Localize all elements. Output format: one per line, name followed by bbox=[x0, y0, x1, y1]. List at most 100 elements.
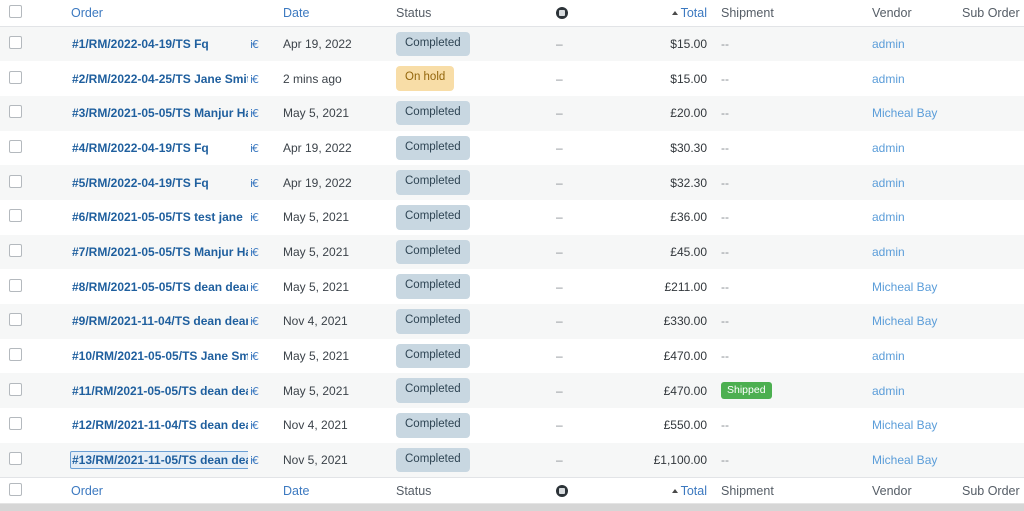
preview-order-icon[interactable]: i€ bbox=[250, 350, 259, 363]
header-date-label[interactable]: Date bbox=[283, 6, 309, 20]
order-note-icon-footer bbox=[556, 484, 568, 497]
footer-date[interactable]: Date bbox=[283, 477, 388, 504]
footer-date-label[interactable]: Date bbox=[283, 484, 309, 498]
footer-order[interactable]: Order bbox=[33, 477, 248, 504]
row-select-checkbox[interactable] bbox=[9, 36, 22, 50]
table-row[interactable]: #11/RM/2021-05-05/TS dean dean i€ May 5, 2… bbox=[0, 373, 1024, 409]
table-row[interactable]: #4/RM/2022-04-19/TS Fq i€ Apr 19, 2022 Comp… bbox=[0, 130, 1024, 166]
order-link[interactable]: #7/RM/2021-05-05/TS Manjur Haque bbox=[71, 244, 248, 260]
header-order-label[interactable]: Order bbox=[71, 6, 103, 20]
order-link[interactable]: #1/RM/2022-04-19/TS Fq bbox=[71, 36, 210, 52]
date-cell: Apr 19, 2022 bbox=[283, 131, 388, 166]
date-value: Apr 19, 2022 bbox=[283, 37, 352, 52]
total-value: £470.00 bbox=[663, 383, 707, 398]
vendor-link[interactable]: admin bbox=[872, 72, 905, 86]
preview-order-icon[interactable]: i€ bbox=[250, 454, 259, 467]
order-link[interactable]: #2/RM/2022-04-25/TS Jane Smith bbox=[71, 71, 248, 87]
row-select-checkbox[interactable] bbox=[9, 139, 22, 153]
header-date[interactable]: Date bbox=[283, 0, 388, 27]
order-link[interactable]: #12/RM/2021-11-04/TS dean dean bbox=[71, 417, 248, 433]
preview-order-icon[interactable]: i€ bbox=[250, 281, 259, 294]
table-row[interactable]: #10/RM/2021-05-05/TS Jane Smith i€ May 5, … bbox=[0, 338, 1024, 374]
row-select-checkbox[interactable] bbox=[9, 382, 22, 396]
status-badge: Completed bbox=[396, 378, 470, 403]
date-value: May 5, 2021 bbox=[283, 279, 350, 294]
date-cell: May 5, 2021 bbox=[283, 339, 388, 374]
footer-order-label[interactable]: Order bbox=[71, 484, 103, 498]
table-row[interactable]: #13/RM/2021-11-05/TS dean dean i€ Nov 5, 2… bbox=[0, 442, 1024, 478]
vendor-link[interactable]: Micheal Bay bbox=[872, 106, 937, 120]
row-select-checkbox[interactable] bbox=[9, 278, 22, 292]
shipment-empty-value: -- bbox=[721, 349, 729, 364]
sub-order-cell bbox=[948, 339, 1024, 374]
row-select-checkbox[interactable] bbox=[9, 70, 22, 84]
table-row[interactable]: #6/RM/2021-05-05/TS test jane i€ May 5, 20… bbox=[0, 199, 1024, 235]
select-all-checkbox[interactable] bbox=[9, 5, 22, 18]
vendor-link[interactable]: Micheal Bay bbox=[872, 418, 937, 432]
row-select-checkbox[interactable] bbox=[9, 313, 22, 327]
vendor-link[interactable]: Micheal Bay bbox=[872, 280, 937, 294]
header-total-label[interactable]: Total bbox=[681, 6, 707, 20]
select-all-checkbox-footer[interactable] bbox=[9, 482, 22, 496]
row-select-checkbox[interactable] bbox=[9, 174, 22, 188]
row-select-checkbox[interactable] bbox=[9, 451, 22, 465]
row-select-cell bbox=[0, 200, 33, 235]
vendor-link[interactable]: admin bbox=[872, 176, 905, 190]
note-cell: – bbox=[543, 200, 643, 235]
table-row[interactable]: #9/RM/2021-11-04/TS dean dean i€ Nov 4, 20… bbox=[0, 304, 1024, 339]
order-link[interactable]: #5/RM/2022-04-19/TS Fq bbox=[71, 175, 210, 191]
order-link[interactable]: #13/RM/2021-11-05/TS dean dean bbox=[69, 450, 248, 469]
order-link[interactable]: #3/RM/2021-05-05/TS Manjur Haque bbox=[71, 105, 248, 121]
vendor-link[interactable]: admin bbox=[872, 37, 905, 51]
vendor-link[interactable]: admin bbox=[872, 349, 905, 363]
vendor-link[interactable]: admin bbox=[872, 384, 905, 398]
preview-order-icon[interactable]: i€ bbox=[250, 211, 259, 224]
order-cell: #5/RM/2022-04-19/TS Fq bbox=[33, 165, 248, 200]
order-link[interactable]: #4/RM/2022-04-19/TS Fq bbox=[71, 140, 210, 156]
footer-total-label[interactable]: Total bbox=[681, 484, 707, 498]
order-link[interactable]: #11/RM/2021-05-05/TS dean dean bbox=[71, 383, 248, 399]
vendor-link[interactable]: admin bbox=[872, 141, 905, 155]
horizontal-scrollbar[interactable] bbox=[0, 503, 1024, 511]
row-select-checkbox[interactable] bbox=[9, 243, 22, 257]
order-cell: #2/RM/2022-04-25/TS Jane Smith bbox=[33, 61, 248, 96]
footer-sub-order: Sub Order bbox=[948, 477, 1024, 504]
table-row[interactable]: #12/RM/2021-11-04/TS dean dean i€ Nov 4, 2… bbox=[0, 408, 1024, 443]
preview-order-icon[interactable]: i€ bbox=[250, 177, 259, 190]
footer-total[interactable]: Total bbox=[643, 477, 713, 504]
order-link[interactable]: #6/RM/2021-05-05/TS test jane bbox=[71, 209, 244, 225]
row-select-checkbox[interactable] bbox=[9, 417, 22, 431]
table-row[interactable]: #5/RM/2022-04-19/TS Fq i€ Apr 19, 2022 Comp… bbox=[0, 165, 1024, 200]
preview-order-icon[interactable]: i€ bbox=[250, 73, 259, 86]
total-cell: $32.30 bbox=[643, 165, 713, 200]
preview-cell: i€ bbox=[248, 27, 283, 62]
row-select-checkbox[interactable] bbox=[9, 209, 22, 223]
date-cell: Apr 19, 2022 bbox=[283, 27, 388, 62]
header-order[interactable]: Order bbox=[33, 0, 248, 27]
horizontal-scrollbar-thumb[interactable] bbox=[0, 504, 1024, 511]
vendor-link[interactable]: Micheal Bay bbox=[872, 314, 937, 328]
table-row[interactable]: #1/RM/2022-04-19/TS Fq i€ Apr 19, 2022 Comp… bbox=[0, 26, 1024, 62]
row-select-checkbox[interactable] bbox=[9, 105, 22, 119]
vendor-link[interactable]: admin bbox=[872, 245, 905, 259]
vendor-link[interactable]: Micheal Bay bbox=[872, 453, 937, 467]
table-row[interactable]: #8/RM/2021-05-05/TS dean dean i€ May 5, 20… bbox=[0, 269, 1024, 304]
preview-order-icon[interactable]: i€ bbox=[250, 107, 259, 120]
table-row[interactable]: #3/RM/2021-05-05/TS Manjur Haquei€ May 5,… bbox=[0, 95, 1024, 131]
order-link[interactable]: #9/RM/2021-11-04/TS dean dean bbox=[71, 313, 248, 329]
preview-order-icon[interactable]: i€ bbox=[250, 142, 259, 155]
order-link[interactable]: #10/RM/2021-05-05/TS Jane Smith bbox=[71, 348, 248, 364]
preview-order-icon[interactable]: i€ bbox=[250, 419, 259, 432]
row-select-checkbox[interactable] bbox=[9, 348, 22, 362]
preview-order-icon[interactable]: i€ bbox=[250, 38, 259, 51]
note-empty-value: – bbox=[556, 383, 563, 398]
preview-order-icon[interactable]: i€ bbox=[250, 246, 259, 259]
preview-order-icon[interactable]: i€ bbox=[250, 315, 259, 328]
header-preview bbox=[248, 0, 283, 27]
header-total[interactable]: Total bbox=[643, 0, 713, 27]
vendor-link[interactable]: admin bbox=[872, 210, 905, 224]
order-link[interactable]: #8/RM/2021-05-05/TS dean dean bbox=[71, 279, 248, 295]
table-row[interactable]: #2/RM/2022-04-25/TS Jane Smith i€ 2 mins a… bbox=[0, 61, 1024, 96]
table-row[interactable]: #7/RM/2021-05-05/TS Manjur Haquei€ May 5,… bbox=[0, 234, 1024, 270]
preview-order-icon[interactable]: i€ bbox=[250, 385, 259, 398]
